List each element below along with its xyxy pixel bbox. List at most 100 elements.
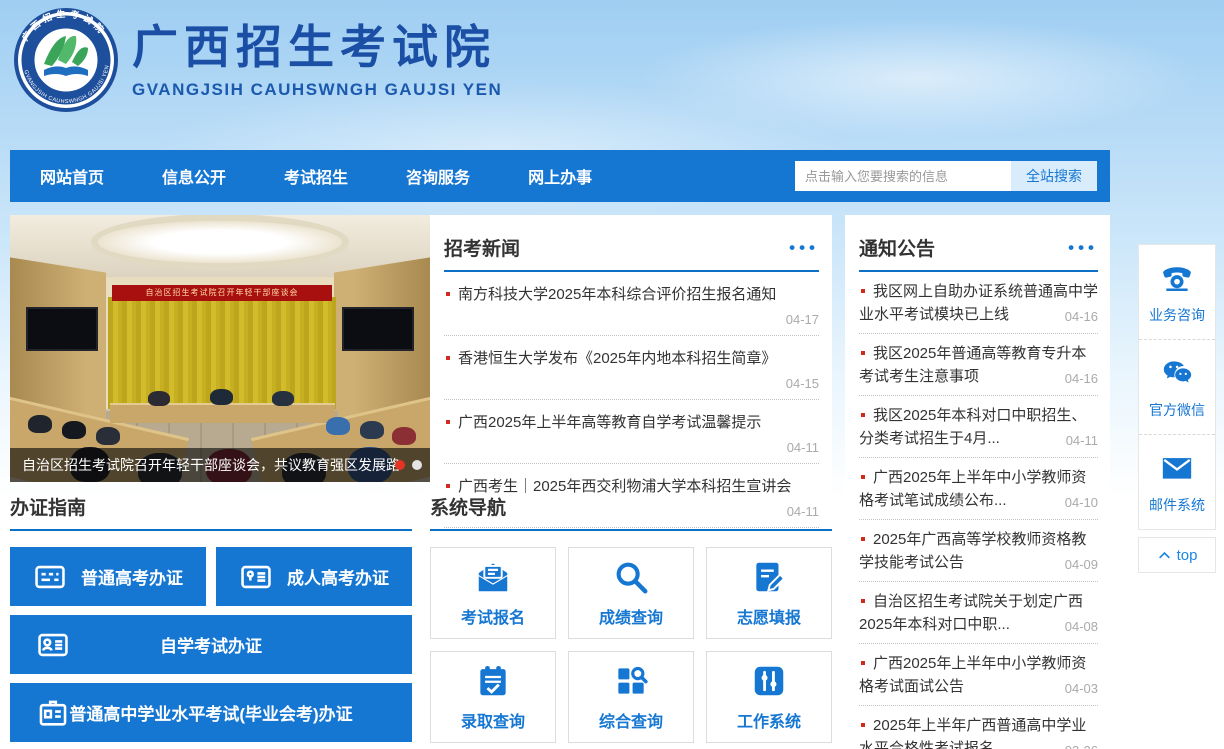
notice-date: 04-03 [1061,681,1098,696]
grid-search-icon [612,662,650,700]
carousel-dot[interactable] [412,460,422,470]
guide-underline [10,529,412,531]
news-item[interactable]: 广西2025年上半年高等教育自学考试温馨提示 04-11 [444,400,819,464]
bullet-icon [446,420,450,424]
page: 广西招生考试院 GVANGJSIH CAUHSWNGH GAUJSI YEN 广… [0,0,1224,749]
nav-item[interactable]: 网上办事 [528,164,592,188]
floating-sidebar: 业务咨询 官方微信 邮件系统 [1138,244,1216,530]
wechat-icon [1160,356,1194,390]
notice-item[interactable]: 我区2025年普通高等教育专升本考试考生注意事项 04-16 [859,334,1098,396]
notice-date: 04-16 [1061,371,1098,386]
nav-item[interactable]: 信息公开 [162,164,226,188]
bullet-icon [861,537,865,541]
bullet-icon [861,289,865,293]
back-to-top-button[interactable]: top [1138,537,1216,573]
conference-banner: 自治区招生考试院召开年轻干部座谈会 [112,285,332,301]
bullet-icon [861,599,865,603]
bullet-icon [861,661,865,665]
search-icon [612,558,650,596]
news-item[interactable]: 南方科技大学2025年本科综合评价招生报名通知 04-17 [444,272,819,336]
mail-open-icon [474,558,512,596]
notice-date: 03-26 [1061,743,1098,749]
bullet-icon [861,351,865,355]
notice-item[interactable]: 广西2025年上半年中小学教师资格考试面试公告 04-03 [859,644,1098,706]
site-search-button[interactable]: 全站搜索 [1011,161,1097,191]
bullet-icon [446,484,450,488]
site-title: 广西招生考试院 [132,18,502,78]
notices-more-button[interactable]: ••• [1068,239,1098,256]
news-date: 04-11 [444,440,819,455]
carousel-dot[interactable] [395,460,405,470]
news-date: 04-15 [444,376,819,391]
notice-date: 04-09 [1061,557,1098,572]
notice-date: 04-10 [1061,495,1098,510]
guide-button[interactable]: 普通高考办证 [10,547,206,606]
bullet-icon [446,356,450,360]
notice-item[interactable]: 广西2025年上半年中小学教师资格考试笔试成绩公布... 04-10 [859,458,1098,520]
edit-doc-icon [750,558,788,596]
notice-date: 04-08 [1061,619,1098,634]
news-more-button[interactable]: ••• [789,239,819,256]
notices-panel: 通知公告 ••• 我区网上自助办证系统普通高中学业水平考试模块已上线 04-16… [845,215,1110,748]
news-list: 南方科技大学2025年本科综合评价招生报名通知 04-17 香港恒生大学发布《2… [444,272,819,528]
notice-date: 04-16 [1061,309,1098,324]
bullet-icon [861,723,865,727]
guide-section: 办证指南 普通高考办证 成人高考办证 自学考试办证 [10,493,412,742]
carousel[interactable]: 自治区招生考试院召开年轻干部座谈会 自治区招生考试院召开年轻干部座谈会，共议教育… [10,215,430,482]
phone-icon [1160,261,1194,295]
news-item[interactable]: 香港恒生大学发布《2025年内地本科招生简章》 04-15 [444,336,819,400]
sidebar-item[interactable]: 邮件系统 [1139,434,1215,529]
header: 广西招生考试院 GVANGJSIH CAUHSWNGH GAUJSI YEN 广… [14,8,502,112]
card-icon [33,560,67,594]
bullet-icon [861,475,865,479]
clipboard-check-icon [474,662,512,700]
sysnav-cell[interactable]: 工作系统 [706,651,832,743]
site-subtitle: GVANGJSIH CAUHSWNGH GAUJSI YEN [132,80,502,100]
sidebar-item[interactable]: 官方微信 [1139,339,1215,434]
person-card-icon [36,628,70,662]
tv-screen [26,307,98,351]
guide-button[interactable]: 成人高考办证 [216,547,412,606]
sysnav-grid: 考试报名 成绩查询 志愿填报 录取查询 [430,547,832,743]
sysnav-cell[interactable]: 志愿填报 [706,547,832,639]
idcard-icon [239,560,273,594]
notice-item[interactable]: 我区2025年本科对口中职招生、分类考试招生于4月... 04-11 [859,396,1098,458]
sliders-icon [750,662,788,700]
nav-item[interactable]: 网站首页 [40,164,104,188]
chevron-up-icon [1157,548,1172,563]
guide-buttons: 普通高考办证 成人高考办证 自学考试办证 普通高中学业水平考试(毕业会考)办证 [10,547,412,742]
sysnav-cell[interactable]: 录取查询 [430,651,556,743]
news-panel: 招考新闻 ••• 南方科技大学2025年本科综合评价招生报名通知 04-17 香… [430,215,832,532]
brand-text: 广西招生考试院 GVANGJSIH CAUHSWNGH GAUJSI YEN [132,8,502,100]
site-logo[interactable]: 广西招生考试院 GVANGJSIH CAUHSWNGH GAUJSI YEN [14,8,118,112]
news-date: 04-17 [444,312,819,327]
guide-button[interactable]: 自学考试办证 [10,615,412,674]
search-input[interactable] [795,161,1011,191]
notice-item[interactable]: 2025年广西高等学校教师资格教学技能考试公告 04-09 [859,520,1098,582]
sysnav-section: 系统导航 考试报名 成绩查询 志愿填报 [430,493,832,743]
notices-title: 通知公告 [859,234,935,261]
bullet-icon [861,413,865,417]
nav-item[interactable]: 考试招生 [284,164,348,188]
badge-icon [36,696,70,730]
notice-item[interactable]: 我区网上自助办证系统普通高中学业水平考试模块已上线 04-16 [859,272,1098,334]
tv-screen [342,307,414,351]
sidebar-item[interactable]: 业务咨询 [1139,245,1215,339]
sysnav-cell[interactable]: 综合查询 [568,651,694,743]
nav-items: 网站首页 信息公开 考试招生 咨询服务 网上办事 [40,164,592,188]
notice-item[interactable]: 自治区招生考试院关于划定广西2025年本科对口中职... 04-08 [859,582,1098,644]
news-title: 招考新闻 [444,234,520,261]
bullet-icon [446,292,450,296]
sysnav-cell[interactable]: 成绩查询 [568,547,694,639]
notice-date: 04-11 [1062,433,1098,448]
notice-item[interactable]: 2025年上半年广西普通高中学业水平合格性考试报名... 03-26 [859,706,1098,749]
notice-list: 我区网上自助办证系统普通高中学业水平考试模块已上线 04-16 我区2025年普… [859,272,1098,749]
sysnav-cell[interactable]: 考试报名 [430,547,556,639]
carousel-caption: 自治区招生考试院召开年轻干部座谈会，共议教育强区发展路 [10,448,430,482]
nav-item[interactable]: 咨询服务 [406,164,470,188]
main-navbar: 网站首页 信息公开 考试招生 咨询服务 网上办事 全站搜索 [10,150,1110,202]
guide-button[interactable]: 普通高中学业水平考试(毕业会考)办证 [10,683,412,742]
guide-title: 办证指南 [10,493,86,520]
sysnav-underline [430,529,832,531]
carousel-indicators [395,460,422,470]
